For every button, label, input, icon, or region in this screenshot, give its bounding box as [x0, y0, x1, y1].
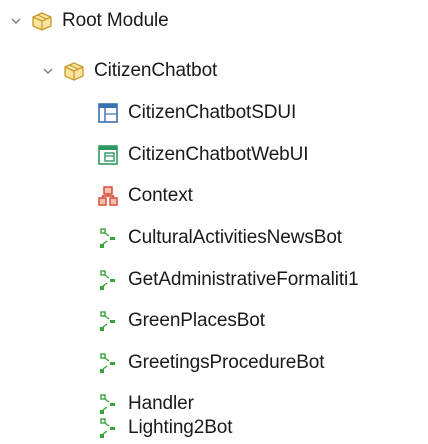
tree-node-label: CulturalActivitiesNewsBot — [128, 227, 342, 248]
context-icon — [96, 184, 120, 208]
tree-node-culturalactivitiesnewsbot[interactable]: CulturalActivitiesNewsBot — [96, 224, 342, 252]
chevron-down-icon[interactable] — [8, 13, 24, 29]
package-icon — [62, 59, 86, 83]
tree-node-label: GreenPlacesBot — [128, 310, 265, 331]
tree-node-label: CitizenChatbot — [94, 60, 218, 81]
tree-node-label: Lighting2Bot — [128, 417, 233, 438]
flow-icon — [96, 268, 120, 292]
flow-icon — [96, 226, 120, 250]
flow-icon — [96, 392, 120, 416]
tree-node-label: GreetingsProcedureBot — [128, 352, 325, 373]
tree-node-label: CitizenChatbotWebUI — [128, 144, 309, 165]
chevron-down-icon[interactable] — [40, 63, 56, 79]
tree-node-label: Root Module — [62, 10, 169, 31]
package-icon — [30, 9, 54, 33]
tree-node-root-module[interactable]: Root Module — [8, 7, 169, 35]
tree-node-greetingsprocedurebot[interactable]: GreetingsProcedureBot — [96, 349, 325, 377]
panel-layout-icon — [96, 101, 120, 125]
tree-node-citizenchatbot[interactable]: CitizenChatbot — [40, 57, 217, 85]
tree-node-lighting2bot[interactable]: Lighting2Bot — [96, 414, 233, 442]
tree-node-label: GetAdministrativeFormaliti1 — [128, 269, 359, 290]
tree-node-label: CitizenChatbotSDUI — [128, 102, 297, 123]
web-panel-icon — [96, 143, 120, 167]
tree-node-greenplacesbot[interactable]: GreenPlacesBot — [96, 307, 265, 335]
module-tree: Root Module CitizenChatbot CitizenChatbo… — [0, 0, 428, 444]
tree-node-getadministrativeformaliti1[interactable]: GetAdministrativeFormaliti1 — [96, 266, 359, 294]
flow-icon — [96, 309, 120, 333]
tree-node-label: Context — [128, 185, 193, 206]
flow-icon — [96, 351, 120, 375]
tree-node-citizenchatbotsdui[interactable]: CitizenChatbotSDUI — [96, 99, 296, 127]
tree-node-citizenchatbotwebui[interactable]: CitizenChatbotWebUI — [96, 141, 309, 169]
flow-icon — [96, 416, 120, 440]
tree-node-context[interactable]: Context — [96, 182, 193, 210]
